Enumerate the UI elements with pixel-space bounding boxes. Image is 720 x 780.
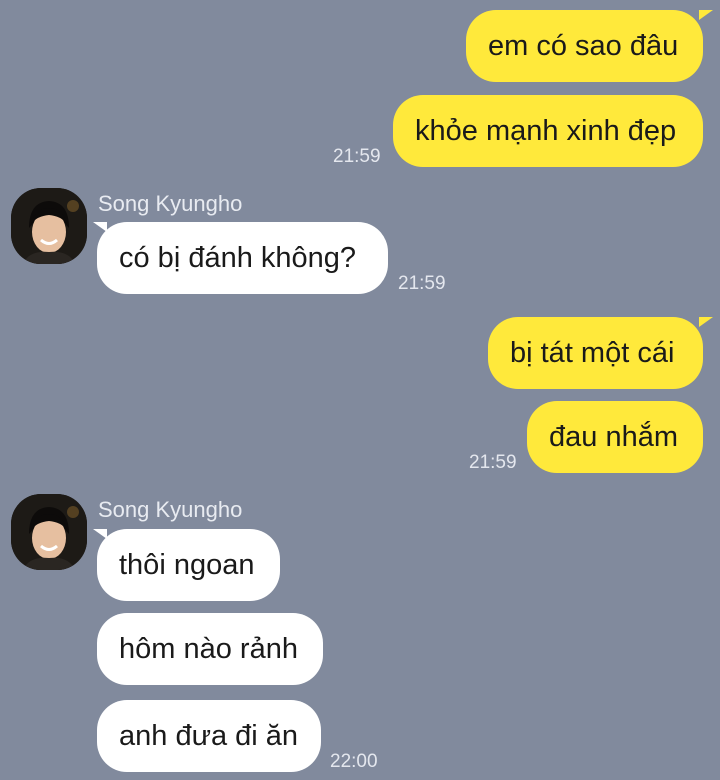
avatar-icon: [11, 188, 87, 264]
avatar[interactable]: [11, 494, 87, 570]
message-timestamp: 21:59: [469, 452, 517, 473]
message-text: hôm nào rảnh: [119, 632, 298, 665]
incoming-message-bubble[interactable]: anh đưa đi ăn: [97, 700, 321, 772]
incoming-message-bubble[interactable]: thôi ngoan: [97, 529, 280, 601]
outgoing-message-bubble[interactable]: em có sao đâu: [466, 10, 703, 82]
message-text: có bị đánh không?: [119, 241, 357, 274]
message-text: khỏe mạnh xinh đẹp: [415, 114, 677, 147]
message-timestamp: 22:00: [330, 751, 378, 772]
message-text: bị tát một cái: [510, 336, 675, 369]
outgoing-message-bubble[interactable]: đau nhắm: [527, 401, 703, 473]
outgoing-message-bubble[interactable]: khỏe mạnh xinh đẹp: [393, 95, 703, 167]
sender-name: Song Kyungho: [98, 191, 243, 216]
incoming-message-bubble[interactable]: có bị đánh không?: [97, 222, 388, 294]
message-text: thôi ngoan: [119, 548, 255, 581]
outgoing-bubble-tail: [699, 10, 713, 20]
outgoing-bubble-tail: [699, 317, 713, 327]
message-text: đau nhắm: [549, 420, 678, 453]
message-text: anh đưa đi ăn: [119, 719, 299, 752]
sender-name: Song Kyungho: [98, 497, 243, 522]
message-timestamp: 21:59: [333, 146, 381, 167]
incoming-message-bubble[interactable]: hôm nào rảnh: [97, 613, 323, 685]
outgoing-message-bubble[interactable]: bị tát một cái: [488, 317, 703, 389]
avatar[interactable]: [11, 188, 87, 264]
message-timestamp: 21:59: [398, 273, 446, 294]
message-text: em có sao đâu: [488, 29, 679, 62]
avatar-icon: [11, 494, 87, 570]
